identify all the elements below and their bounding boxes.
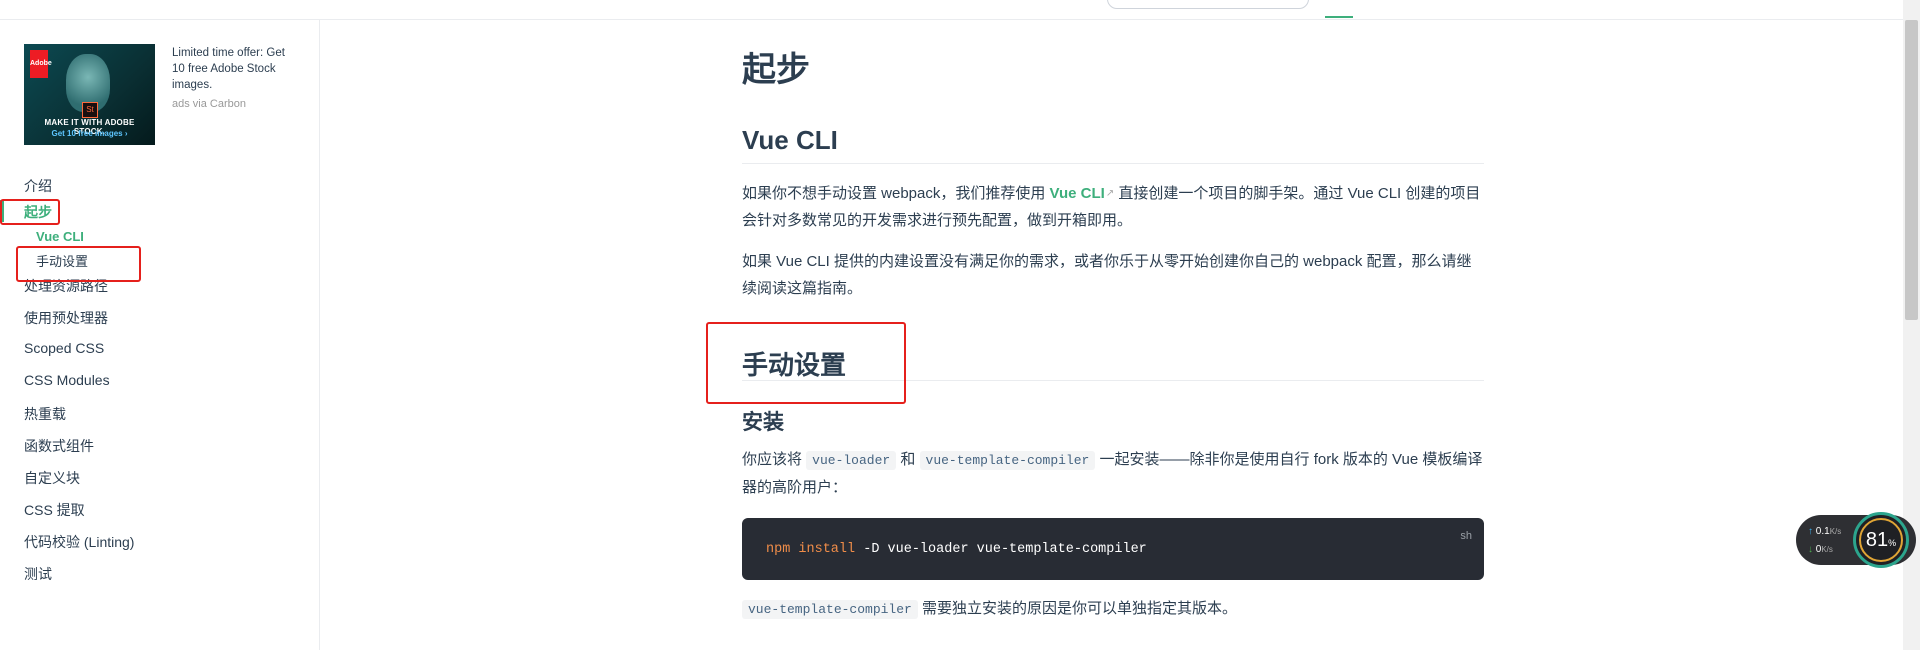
sidebar-item-hot-reload[interactable]: 热重载 xyxy=(24,404,66,424)
sidebar-item-linting[interactable]: 代码校验 (Linting) xyxy=(24,532,134,552)
section-heading-vue-cli: Vue CLI xyxy=(742,125,838,155)
sidebar-item-custom-blocks[interactable]: 自定义块 xyxy=(24,468,80,488)
code-language-label: sh xyxy=(1460,530,1472,542)
memory-usage-gauge[interactable]: 81% xyxy=(1853,512,1909,568)
top-nav-bar xyxy=(0,0,1920,20)
sidebar-item-intro[interactable]: 介绍 xyxy=(24,176,52,196)
paragraph: vue-template-compiler 需要独立安装的原因是你可以单独指定其… xyxy=(742,595,1484,623)
paragraph-text: 如果你不想手动设置 webpack，我们推荐使用 xyxy=(742,185,1050,202)
ad-via-link[interactable]: ads via Carbon xyxy=(172,98,246,110)
code-line: npm install -D vue-loader vue-template-c… xyxy=(766,542,1147,557)
ad-image-cta: Get 10 free images › xyxy=(51,129,128,138)
page-title: 起步 xyxy=(742,51,810,89)
adobe-stock-icon: St xyxy=(82,102,98,118)
sidebar-item-scoped-css[interactable]: Scoped CSS xyxy=(24,340,104,356)
paragraph-text: 你应该将 xyxy=(742,451,807,468)
sidebar-item-testing[interactable]: 测试 xyxy=(24,564,52,584)
nav-active-underline xyxy=(1325,16,1353,18)
adobe-logo-icon: Adobe xyxy=(30,50,52,78)
paragraph: 如果你不想手动设置 webpack，我们推荐使用 Vue CLI↗ 直接创建一个… xyxy=(742,180,1484,234)
scrollbar-thumb[interactable] xyxy=(1905,20,1918,320)
inline-code: vue-loader xyxy=(806,451,897,470)
code-arguments: -D vue-loader vue-template-compiler xyxy=(855,542,1147,557)
download-speed: ↓ 0K/s xyxy=(1808,544,1833,555)
inline-code: vue-template-compiler xyxy=(919,451,1096,470)
search-input[interactable] xyxy=(1107,0,1309,9)
highlight-box xyxy=(0,199,60,225)
gauge-percent: 81 xyxy=(1865,529,1889,551)
gauge-percent-sign: % xyxy=(1888,538,1897,548)
sidebar-item-css-modules[interactable]: CSS Modules xyxy=(24,372,110,388)
sidebar-item-extract-css[interactable]: CSS 提取 xyxy=(24,500,85,520)
inline-code: vue-template-compiler xyxy=(742,600,918,619)
paragraph: 你应该将 vue-loader 和 vue-template-compiler … xyxy=(742,446,1484,501)
speed-unit: K/s xyxy=(1829,527,1842,536)
paragraph: 如果 Vue CLI 提供的内建设置没有满足你的需求，或者你乐于从零开始创建你自… xyxy=(742,253,1472,297)
code-command: npm install xyxy=(766,542,856,557)
upload-arrow-icon: ↑ xyxy=(1808,526,1813,537)
carbon-ad[interactable]: Adobe St MAKE IT WITH ADOBE STOCK. Get 1… xyxy=(24,44,297,145)
upload-speed: ↑ 0.1K/s xyxy=(1808,526,1841,537)
subsection-heading-install: 安装 xyxy=(742,411,784,434)
paragraph-text: 需要独立安装的原因是你可以单独指定其版本。 xyxy=(917,600,1237,617)
download-arrow-icon: ↓ xyxy=(1808,544,1813,555)
sidebar: Adobe St MAKE IT WITH ADOBE STOCK. Get 1… xyxy=(0,20,320,650)
vue-cli-link[interactable]: Vue CLI xyxy=(1050,185,1105,202)
highlight-box xyxy=(16,246,141,282)
external-link-icon: ↗ xyxy=(1105,188,1115,199)
heading-divider xyxy=(742,163,1484,164)
code-block[interactable]: sh npm install -D vue-loader vue-templat… xyxy=(742,518,1484,580)
ad-image[interactable]: Adobe St MAKE IT WITH ADOBE STOCK. Get 1… xyxy=(24,44,155,145)
sidebar-item-pre-processors[interactable]: 使用预处理器 xyxy=(24,308,108,328)
gauge-value: 81% xyxy=(1856,529,1906,552)
ad-text[interactable]: Limited time offer: Get 10 free Adobe St… xyxy=(172,45,297,93)
upload-value: 0.1 xyxy=(1815,526,1830,537)
speed-unit: K/s xyxy=(1821,545,1833,554)
paragraph-text: 和 xyxy=(896,451,920,468)
sidebar-item-functional[interactable]: 函数式组件 xyxy=(24,436,94,456)
highlight-box xyxy=(706,322,906,404)
sidebar-subitem-vue-cli[interactable]: Vue CLI xyxy=(36,229,84,244)
